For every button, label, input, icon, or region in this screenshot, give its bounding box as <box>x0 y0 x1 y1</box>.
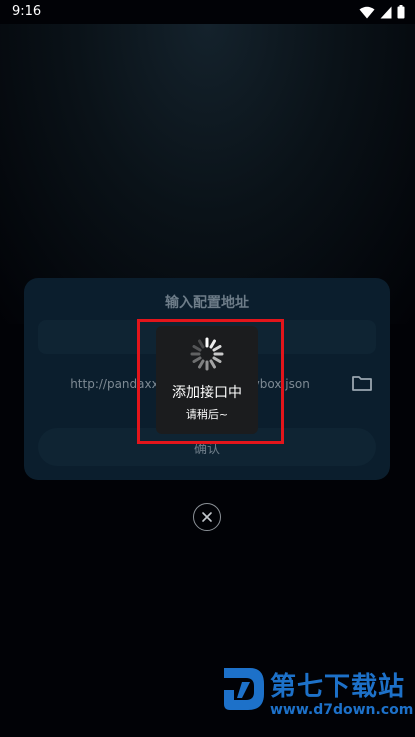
watermark: 第七下载站 www.d7down.com <box>216 660 415 737</box>
battery-icon <box>397 5 405 19</box>
watermark-name: 第七下载站 <box>270 672 406 702</box>
d7-logo-icon <box>224 668 264 710</box>
wifi-icon <box>359 6 375 18</box>
close-button[interactable] <box>193 503 221 531</box>
signal-icon <box>380 6 392 18</box>
folder-button[interactable] <box>351 374 373 392</box>
close-icon <box>202 512 212 522</box>
highlight-box <box>137 319 284 444</box>
status-icons <box>359 5 405 19</box>
dialog-title: 输入配置地址 <box>165 295 249 311</box>
status-bar: 9:16 <box>0 0 415 24</box>
folder-icon <box>352 376 372 391</box>
watermark-domain: www.d7down.com <box>270 702 414 718</box>
status-time: 9:16 <box>12 4 42 19</box>
